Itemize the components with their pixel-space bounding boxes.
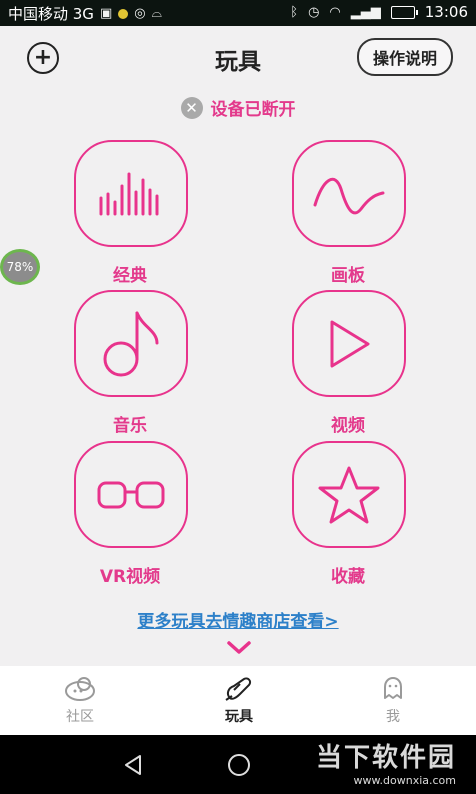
music-note-icon bbox=[103, 311, 159, 376]
disconnected-icon: ✕ bbox=[180, 96, 203, 119]
tab-profile[interactable]: 我 bbox=[353, 676, 433, 726]
community-icon bbox=[65, 677, 95, 701]
tab-community-label: 社区 bbox=[66, 709, 94, 725]
tile-video-box[interactable] bbox=[292, 290, 406, 397]
home-icon[interactable] bbox=[227, 753, 251, 777]
alarm-icon: ◷ bbox=[308, 4, 320, 20]
tile-vr-video[interactable]: VR视频 bbox=[74, 441, 188, 587]
watermark: 当下软件园 www.downxia.com bbox=[316, 737, 456, 787]
tile-drawing-box[interactable] bbox=[292, 140, 406, 247]
tile-drawing[interactable]: 画板 bbox=[292, 140, 406, 286]
tile-classic-box[interactable] bbox=[74, 140, 188, 247]
signal-icon: ▂▄▆ bbox=[350, 4, 381, 20]
equalizer-icon bbox=[99, 172, 159, 215]
profile-icon bbox=[384, 677, 402, 699]
battery-level-badge[interactable]: 78% bbox=[0, 249, 40, 285]
battery-icon bbox=[390, 5, 418, 19]
help-button[interactable]: 操作说明 bbox=[356, 38, 453, 76]
connection-text: 设备已断开 bbox=[210, 100, 296, 120]
connection-status: ✕ 设备已断开 bbox=[0, 95, 476, 120]
tab-community[interactable]: 社区 bbox=[40, 676, 120, 726]
tile-music[interactable]: 音乐 bbox=[74, 290, 188, 436]
status-bar: 中国移动 3G ▣ ◎ ⌓ ᛒ ◷ ◠ ▂▄▆ 13:06 bbox=[0, 0, 476, 26]
tile-favorites-box[interactable] bbox=[292, 441, 406, 548]
tile-favorites-label: 收藏 bbox=[331, 567, 365, 587]
tile-music-box[interactable] bbox=[74, 290, 188, 397]
status-time: 13:06 bbox=[424, 3, 468, 21]
watermark-url: www.downxia.com bbox=[353, 774, 456, 787]
android-icon: ⌓ bbox=[151, 6, 162, 21]
more-toys-link[interactable]: 更多玩具去情趣商店查看> bbox=[0, 607, 476, 632]
app-notification-icon: ◎ bbox=[134, 6, 146, 21]
tile-video[interactable]: 视频 bbox=[292, 290, 406, 436]
tile-video-label: 视频 bbox=[331, 416, 365, 436]
wave-icon bbox=[313, 177, 385, 214]
vr-glasses-icon bbox=[97, 481, 165, 508]
tile-drawing-label: 画板 bbox=[331, 266, 365, 286]
tile-music-label: 音乐 bbox=[113, 416, 147, 436]
carrier-label: 中国移动 3G bbox=[8, 5, 94, 23]
wifi-icon: ◠ bbox=[329, 4, 341, 20]
toy-icon bbox=[225, 677, 252, 701]
tile-classic[interactable]: 经典 bbox=[74, 140, 188, 286]
watermark-title: 当下软件园 bbox=[315, 743, 456, 773]
tile-vr-video-box[interactable] bbox=[74, 441, 188, 548]
system-nav-bar: 当下软件园 www.downxia.com bbox=[0, 735, 476, 794]
bluetooth-icon: ᛒ bbox=[290, 4, 299, 20]
image-icon: ▣ bbox=[99, 6, 113, 21]
tab-toys-label: 玩具 bbox=[225, 709, 253, 725]
play-icon bbox=[330, 320, 370, 367]
chevron-down-icon[interactable] bbox=[226, 640, 252, 660]
tile-favorites[interactable]: 收藏 bbox=[292, 441, 406, 587]
tab-profile-label: 我 bbox=[386, 709, 400, 725]
notification-dot-icon bbox=[118, 8, 129, 19]
tile-vr-video-label: VR视频 bbox=[99, 567, 161, 587]
bottom-tab-bar: 社区 玩具 我 bbox=[0, 666, 476, 735]
header: + 玩具 操作说明 bbox=[0, 26, 476, 88]
star-icon bbox=[318, 466, 380, 523]
tab-toys[interactable]: 玩具 bbox=[199, 676, 279, 726]
back-icon[interactable] bbox=[121, 753, 145, 777]
tile-classic-label: 经典 bbox=[113, 266, 147, 286]
